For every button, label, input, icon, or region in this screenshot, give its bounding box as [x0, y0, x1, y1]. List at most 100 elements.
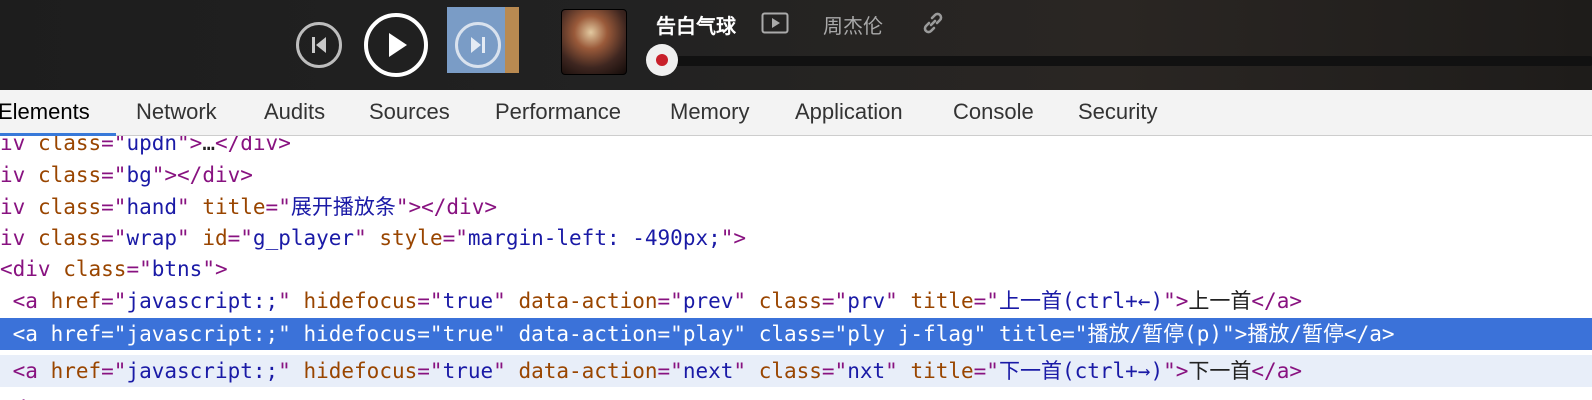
attribute-name-token[interactable]: hidefocus: [303, 322, 417, 346]
tag-token: ": [493, 322, 519, 346]
attribute-name-token[interactable]: data-action: [518, 322, 657, 346]
dom-node-line-hovered[interactable]: <a href="javascript:;" hidefocus="true" …: [0, 355, 1592, 387]
dom-node-line[interactable]: <: [0, 388, 1592, 400]
tag-token: =": [821, 289, 848, 313]
attribute-name-token[interactable]: href: [51, 359, 102, 383]
next-track-button[interactable]: [455, 22, 501, 68]
dom-node-line[interactable]: iv class="updn">…</div>: [0, 136, 1592, 159]
attribute-value-token[interactable]: wrap: [126, 226, 177, 250]
tab-application[interactable]: Application: [795, 90, 903, 136]
tag-token: ">: [1163, 289, 1189, 313]
dom-node-line-selected[interactable]: <a href="javascript:;" hidefocus="true" …: [0, 318, 1592, 350]
tab-sources[interactable]: Sources: [369, 90, 450, 136]
song-title[interactable]: 告白气球: [656, 10, 736, 39]
tag-token: =": [821, 359, 848, 383]
dom-node-line[interactable]: iv class="hand" title="展开播放条"></div>: [0, 191, 1592, 223]
attribute-value-token[interactable]: nxt: [847, 359, 885, 383]
dom-node-line[interactable]: iv class="wrap" id="g_player" style="mar…: [0, 222, 1592, 254]
attribute-value-token[interactable]: javascript:;: [126, 322, 278, 346]
tab-performance[interactable]: Performance: [495, 90, 621, 136]
devtools-tab-bar: Elements Network Audits Sources Performa…: [0, 90, 1592, 136]
attribute-name-token[interactable]: class: [38, 195, 101, 219]
attribute-name-token[interactable]: data-action: [518, 359, 657, 383]
attribute-value-token[interactable]: javascript:;: [126, 289, 278, 313]
skip-previous-icon: [312, 37, 326, 53]
attribute-name-token[interactable]: style: [379, 226, 442, 250]
attribute-name-token[interactable]: href: [51, 322, 102, 346]
tag-token: <a: [0, 359, 51, 383]
attribute-value-token[interactable]: prv: [847, 289, 885, 313]
attribute-value-token[interactable]: play: [683, 322, 734, 346]
attribute-name-token[interactable]: title: [202, 195, 265, 219]
mv-icon[interactable]: [761, 12, 789, 34]
attribute-value-token[interactable]: margin-left: -490px;: [468, 226, 721, 250]
tab-security[interactable]: Security: [1078, 90, 1157, 136]
tab-audits[interactable]: Audits: [264, 90, 325, 136]
attribute-name-token[interactable]: title: [999, 322, 1062, 346]
progress-track[interactable]: [662, 56, 1592, 66]
attribute-name-token[interactable]: data-action: [518, 289, 657, 313]
dom-node-line[interactable]: iv class="bg"></div>: [0, 159, 1592, 191]
album-cover[interactable]: [561, 9, 627, 75]
attribute-value-token[interactable]: updn: [126, 136, 177, 155]
attribute-value-token[interactable]: btns: [152, 257, 203, 281]
attribute-name-token[interactable]: class: [63, 257, 126, 281]
attribute-value-token[interactable]: true: [443, 359, 494, 383]
attribute-name-token[interactable]: class: [38, 136, 101, 155]
tag-token: ": [493, 289, 519, 313]
tab-network[interactable]: Network: [136, 90, 217, 136]
attribute-value-token[interactable]: prev: [683, 289, 734, 313]
tag-token: =": [1062, 322, 1088, 346]
tag-token: =": [101, 136, 127, 155]
skip-next-icon: [471, 37, 485, 53]
attribute-name-token[interactable]: class: [38, 163, 101, 187]
attribute-name-token[interactable]: id: [202, 226, 227, 250]
attribute-name-token[interactable]: class: [759, 289, 822, 313]
tag-token: iv: [0, 226, 38, 250]
tag-token: </a>: [1251, 359, 1302, 383]
attribute-value-token[interactable]: hand: [126, 195, 177, 219]
attribute-value-token[interactable]: 上一首(ctrl+←): [999, 289, 1163, 313]
tab-elements[interactable]: Elements: [0, 90, 116, 136]
tag-token: =": [126, 257, 152, 281]
tag-token: =": [821, 322, 848, 346]
attribute-value-token[interactable]: bg: [126, 163, 151, 187]
attribute-value-token[interactable]: 播放/暂停(p): [1087, 322, 1222, 346]
attribute-name-token[interactable]: title: [910, 289, 973, 313]
attribute-name-token[interactable]: title: [910, 359, 973, 383]
text-token: 播放/暂停: [1247, 322, 1344, 346]
attribute-name-token[interactable]: class: [38, 226, 101, 250]
link-icon[interactable]: [920, 10, 946, 36]
attribute-name-token[interactable]: hidefocus: [303, 289, 417, 313]
tag-token: =": [101, 359, 127, 383]
dom-node-line[interactable]: <a href="javascript:;" hidefocus="true" …: [0, 285, 1592, 317]
tag-token: <a: [0, 289, 51, 313]
attribute-value-token[interactable]: 下一首(ctrl+→): [999, 359, 1163, 383]
attribute-value-token[interactable]: javascript:;: [126, 359, 278, 383]
attribute-value-token[interactable]: true: [443, 289, 494, 313]
tag-token: </div>: [214, 136, 291, 155]
attribute-value-token[interactable]: ply j-flag: [847, 322, 973, 346]
tag-token: ": [973, 322, 999, 346]
tag-token: =": [265, 195, 291, 219]
dom-node-line[interactable]: <div class="btns">: [0, 253, 1592, 285]
tag-token: ": [733, 359, 759, 383]
attribute-name-token[interactable]: href: [51, 289, 102, 313]
attribute-value-token[interactable]: next: [683, 359, 734, 383]
tab-memory[interactable]: Memory: [670, 90, 749, 136]
attribute-value-token[interactable]: g_player: [253, 226, 354, 250]
tag-token: =": [101, 322, 127, 346]
tag-token: =": [417, 289, 443, 313]
attribute-value-token[interactable]: 展开播放条: [291, 195, 396, 219]
attribute-name-token[interactable]: class: [759, 359, 822, 383]
play-pause-button[interactable]: [364, 13, 428, 77]
tab-console[interactable]: Console: [953, 90, 1034, 136]
tag-token: ": [733, 322, 759, 346]
attribute-value-token[interactable]: true: [443, 322, 494, 346]
attribute-name-token[interactable]: hidefocus: [303, 359, 417, 383]
previous-track-button[interactable]: [296, 22, 342, 68]
attribute-name-token[interactable]: class: [759, 322, 822, 346]
progress-knob[interactable]: [646, 44, 678, 76]
artist-name[interactable]: 周杰伦: [823, 10, 883, 39]
tag-token: ": [278, 289, 304, 313]
